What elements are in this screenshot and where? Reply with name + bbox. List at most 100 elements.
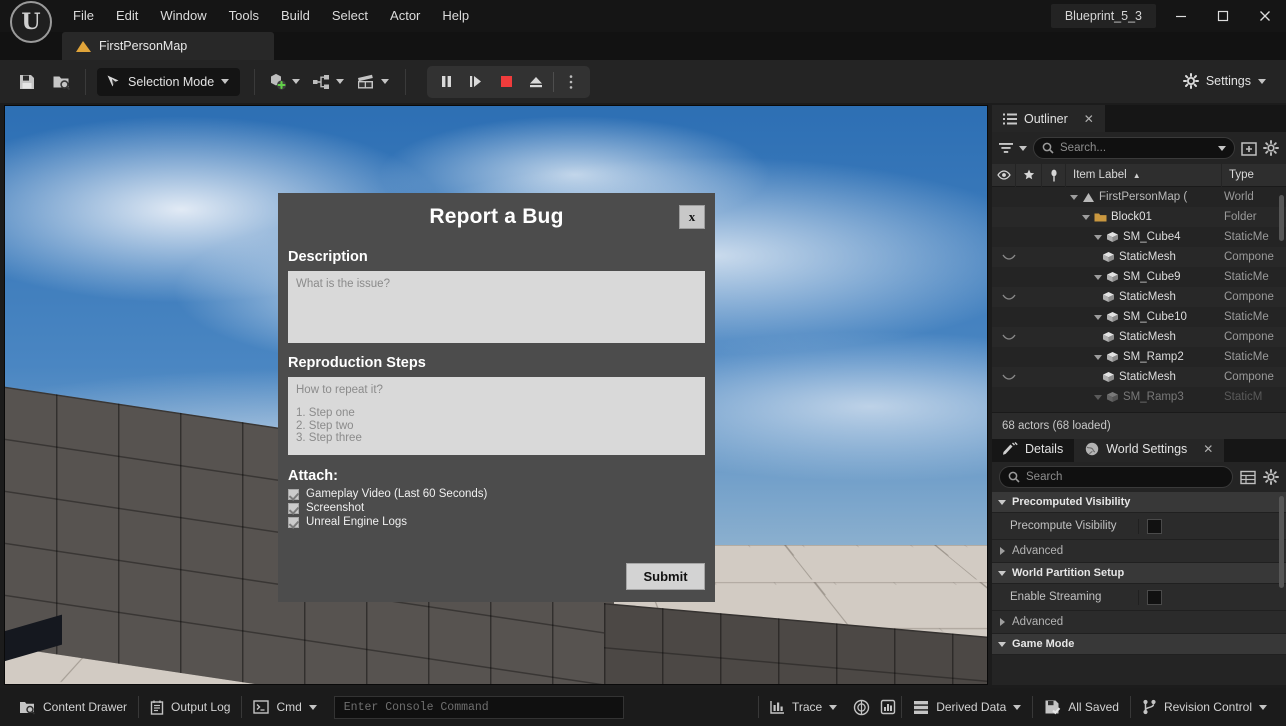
table-row[interactable]: StaticMesh Compone xyxy=(992,247,1286,267)
expand-icon[interactable] xyxy=(1000,618,1005,626)
expander-icon[interactable] xyxy=(1094,274,1102,280)
tab-details[interactable]: Details xyxy=(992,435,1074,462)
checkbox-enable-streaming[interactable] xyxy=(1147,589,1162,605)
description-input[interactable]: What is the issue? xyxy=(288,271,705,343)
col-type-label[interactable]: Type xyxy=(1229,169,1254,181)
content-drawer-button[interactable]: Content Drawer xyxy=(8,692,138,722)
tab-world-settings[interactable]: World Settings ✕ xyxy=(1074,435,1225,462)
selection-mode-dropdown[interactable]: Selection Mode xyxy=(97,67,241,96)
cmd-dropdown[interactable]: Cmd xyxy=(242,692,327,722)
cinematics-dropdown[interactable] xyxy=(350,67,395,97)
property-row-precompute-visibility[interactable]: Precompute Visibility xyxy=(992,513,1286,540)
menu-edit[interactable]: Edit xyxy=(105,0,149,32)
table-row[interactable]: FirstPersonMap ( World xyxy=(992,187,1286,207)
search-chevron-down-icon[interactable] xyxy=(1218,145,1226,151)
outliner-scrollbar[interactable] xyxy=(1279,195,1284,241)
save-icon[interactable] xyxy=(10,67,44,97)
col-eye-icon[interactable] xyxy=(992,163,1016,187)
menu-build[interactable]: Build xyxy=(270,0,321,32)
col-pin-icon[interactable] xyxy=(1042,163,1066,187)
tab-outliner[interactable]: Outliner ✕ xyxy=(992,105,1105,132)
menu-help[interactable]: Help xyxy=(431,0,480,32)
sort-ascending-icon[interactable]: ▲ xyxy=(1133,171,1141,180)
expander-icon[interactable] xyxy=(1070,194,1078,200)
column-layout-icon[interactable] xyxy=(1240,470,1256,485)
property-row-enable-streaming[interactable]: Enable Streaming xyxy=(992,584,1286,611)
menu-actor[interactable]: Actor xyxy=(379,0,431,32)
close-world-settings-icon[interactable]: ✕ xyxy=(1203,442,1213,456)
close-outliner-icon[interactable]: ✕ xyxy=(1084,112,1094,126)
expand-icon[interactable] xyxy=(1000,547,1005,555)
menu-window[interactable]: Window xyxy=(149,0,217,32)
expander-icon[interactable] xyxy=(1094,314,1102,320)
frame-step-icon[interactable] xyxy=(461,68,491,96)
more-options-icon[interactable] xyxy=(556,68,586,96)
collapse-icon[interactable] xyxy=(998,499,1006,505)
section-game-mode[interactable]: Game Mode xyxy=(992,634,1286,655)
pause-icon[interactable] xyxy=(431,68,461,96)
checkbox-precompute-visibility[interactable] xyxy=(1147,518,1162,534)
collapse-icon[interactable] xyxy=(998,641,1006,647)
checkbox-unreal-logs[interactable] xyxy=(288,516,299,528)
advanced-toggle-world-partition[interactable]: Advanced xyxy=(992,611,1286,634)
outliner-search-input[interactable]: Search... xyxy=(1033,137,1235,159)
submit-button[interactable]: Submit xyxy=(626,563,705,590)
details-settings-gear-icon[interactable] xyxy=(1263,469,1279,485)
toolbar-settings-button[interactable]: Settings xyxy=(1173,67,1276,95)
attach-screenshot-row[interactable]: Screenshot xyxy=(288,502,705,514)
performance-icon[interactable] xyxy=(848,692,875,722)
close-window-button[interactable] xyxy=(1244,0,1286,32)
revision-control-button[interactable]: Revision Control xyxy=(1131,692,1278,722)
table-row[interactable]: SM_Cube10 StaticMe xyxy=(992,307,1286,327)
collapse-icon[interactable] xyxy=(998,570,1006,576)
table-row[interactable]: StaticMesh Compone xyxy=(992,287,1286,307)
eject-icon[interactable] xyxy=(521,68,551,96)
outliner-settings-gear-icon[interactable] xyxy=(1263,140,1279,156)
table-row[interactable]: SM_Ramp3 StaticM xyxy=(992,387,1286,407)
table-row[interactable]: StaticMesh Compone xyxy=(992,327,1286,347)
console-command-input[interactable]: Enter Console Command xyxy=(333,695,624,719)
menu-file[interactable]: File xyxy=(62,0,105,32)
col-star-icon[interactable] xyxy=(1016,163,1042,187)
col-item-label[interactable]: Item Label xyxy=(1073,169,1127,181)
table-row[interactable]: StaticMesh Compone xyxy=(992,367,1286,387)
expander-icon[interactable] xyxy=(1094,234,1102,240)
expander-icon[interactable] xyxy=(1094,354,1102,360)
table-row[interactable]: SM_Ramp2 StaticMe xyxy=(992,347,1286,367)
stop-icon[interactable] xyxy=(491,68,521,96)
unreal-logo-icon[interactable]: U xyxy=(10,1,52,43)
outliner-tree[interactable]: FirstPersonMap ( World Block01 Folder SM… xyxy=(992,187,1286,412)
details-search-input[interactable]: Search xyxy=(999,466,1233,488)
table-row[interactable]: Block01 Folder xyxy=(992,207,1286,227)
add-actor-dropdown[interactable] xyxy=(262,67,306,97)
attach-logs-row[interactable]: Unreal Engine Logs xyxy=(288,516,705,528)
maximize-button[interactable] xyxy=(1202,0,1244,32)
row-visibility-toggle[interactable] xyxy=(992,253,1026,261)
attach-gameplay-video-row[interactable]: Gameplay Video (Last 60 Seconds) xyxy=(288,488,705,500)
repro-input[interactable]: How to repeat it? 1. Step one 2. Step tw… xyxy=(288,377,705,455)
row-visibility-toggle[interactable] xyxy=(992,333,1026,341)
menu-select[interactable]: Select xyxy=(321,0,379,32)
filter-chevron-down-icon[interactable] xyxy=(1019,145,1027,151)
checkbox-gameplay-video[interactable] xyxy=(288,488,299,500)
all-saved-button[interactable]: All Saved xyxy=(1033,692,1130,722)
trace-dropdown[interactable]: Trace xyxy=(759,692,848,722)
minimize-button[interactable] xyxy=(1160,0,1202,32)
row-visibility-toggle[interactable] xyxy=(992,373,1026,381)
section-world-partition-setup[interactable]: World Partition Setup xyxy=(992,563,1286,584)
expander-icon[interactable] xyxy=(1094,394,1102,400)
table-row[interactable]: SM_Cube4 StaticMe xyxy=(992,227,1286,247)
row-visibility-toggle[interactable] xyxy=(992,293,1026,301)
menu-tools[interactable]: Tools xyxy=(218,0,270,32)
output-log-button[interactable]: Output Log xyxy=(139,692,241,722)
expander-icon[interactable] xyxy=(1082,214,1090,220)
close-dialog-button[interactable]: x xyxy=(679,205,705,229)
checkbox-screenshot[interactable] xyxy=(288,502,299,514)
tab-firstpersonmap[interactable]: FirstPersonMap xyxy=(62,32,274,60)
derived-data-dropdown[interactable]: Derived Data xyxy=(902,692,1032,722)
browse-content-icon[interactable] xyxy=(44,67,78,97)
blueprints-dropdown[interactable] xyxy=(306,67,350,97)
table-row[interactable]: SM_Cube9 StaticMe xyxy=(992,267,1286,287)
section-precomputed-visibility[interactable]: Precomputed Visibility xyxy=(992,492,1286,513)
stats-icon[interactable] xyxy=(875,692,901,722)
